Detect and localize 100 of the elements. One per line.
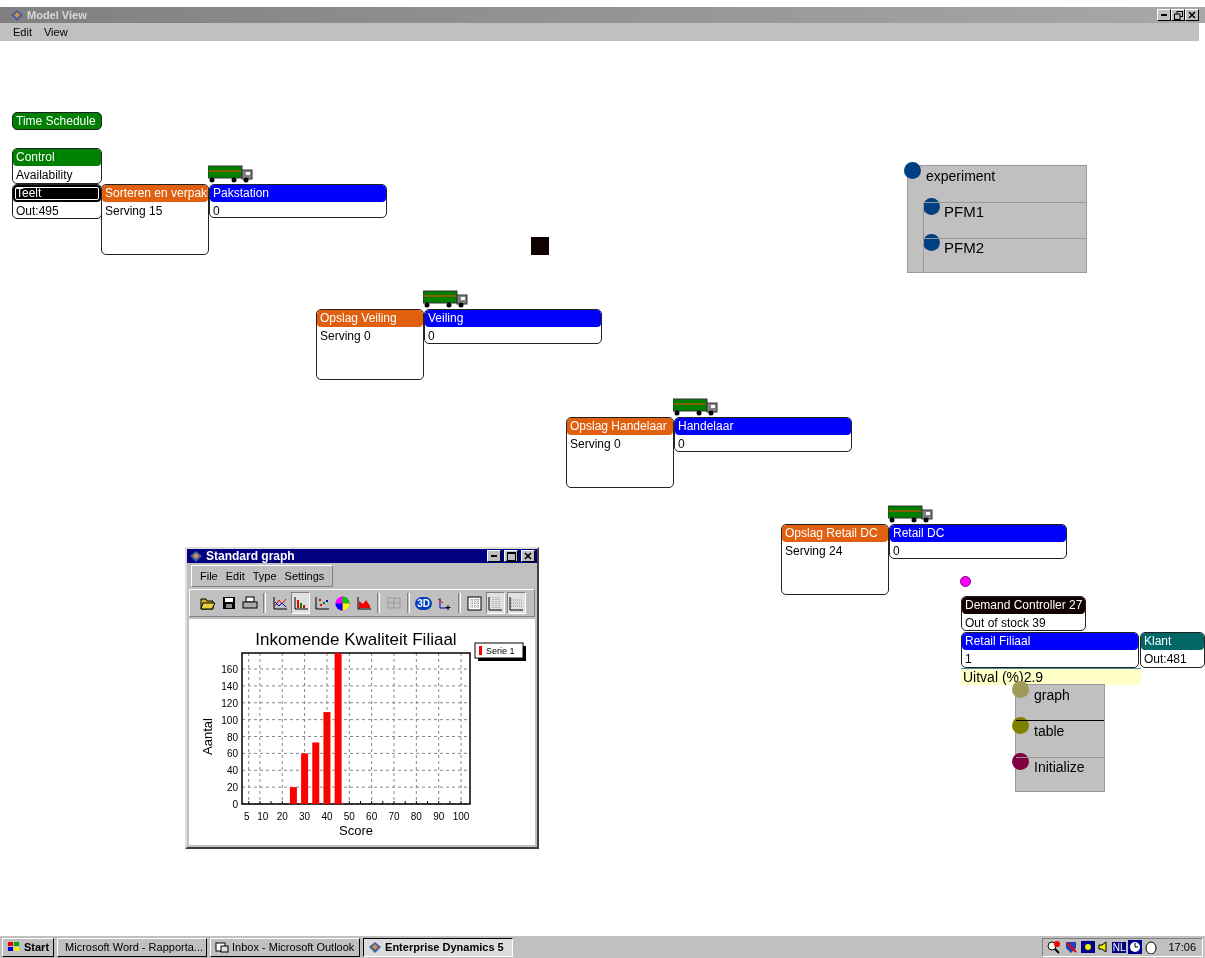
node-header: Pakstation [210, 185, 386, 202]
model-node[interactable]: Sorteren en verpakl Serving 15 [101, 184, 209, 255]
pfm-label[interactable]: PFM2 [944, 239, 984, 256]
node-value: Out:481 [1143, 651, 1188, 667]
control-label[interactable]: Initialize [1034, 759, 1085, 775]
model-node[interactable]: Opslag Handelaar Serving 0 [566, 417, 674, 488]
node-value: Serving 0 [319, 328, 372, 345]
node-value: Serving 24 [784, 543, 844, 560]
menu-item[interactable]: Edit [225, 570, 245, 582]
language-indicator[interactable]: NL [1111, 941, 1127, 953]
graph-window-title: Standard graph [206, 549, 296, 563]
bar [301, 753, 309, 804]
model-node[interactable]: Retail Filiaal 1 [961, 632, 1139, 668]
close-button[interactable] [1185, 9, 1199, 21]
y-tick-label: 60 [226, 748, 238, 760]
y-tick-label: 140 [221, 680, 238, 692]
inbox-icon [215, 941, 230, 953]
node-value: 0 [427, 328, 436, 343]
x-tick-label: 10 [257, 811, 269, 822]
node-value: Out:495 [15, 203, 60, 218]
node-value: Serving 0 [569, 436, 622, 453]
window-title: Model View [27, 9, 88, 21]
taskbar-button[interactable]: Microsoft Word - Rapporta... [57, 937, 208, 957]
axis-icon [436, 595, 453, 611]
x-tick-label: 60 [366, 811, 378, 822]
taskbar-button[interactable]: Enterprise Dynamics 5 [363, 937, 514, 957]
model-node[interactable]: Control Availability [12, 148, 102, 184]
x-tick-label: 80 [410, 811, 422, 822]
y-tick-label: 40 [226, 765, 238, 777]
app-icon [10, 8, 24, 22]
start-button[interactable]: Start [2, 937, 55, 957]
node-value: 0 [677, 436, 686, 451]
node-value: 0 [892, 543, 901, 558]
close-icon [1188, 11, 1196, 19]
minimize-button[interactable] [1157, 9, 1171, 21]
x-tick-label: 50 [343, 811, 355, 822]
x-tick-label: 90 [433, 811, 445, 822]
control-label[interactable]: table [1034, 723, 1065, 739]
connector-dot [960, 576, 971, 587]
control-label[interactable]: graph [1034, 687, 1070, 703]
legend: Serie 1 [474, 642, 526, 661]
line-chart-icon [271, 596, 288, 610]
bar [289, 787, 297, 804]
node-header: Demand Controller 27 [962, 597, 1085, 614]
printer-icon [241, 596, 258, 610]
node-value: 0 [212, 203, 221, 217]
node-header: Retail Filiaal [962, 633, 1138, 650]
model-node[interactable]: Opslag Retail DC Serving 24 [781, 524, 889, 595]
model-node[interactable]: Demand Controller 27 Out of stock 39 [961, 596, 1086, 631]
y-tick-label: 80 [226, 731, 238, 743]
node-header[interactable]: Time Schedule [12, 112, 102, 130]
experiment-label[interactable]: experiment [926, 168, 996, 184]
x-tick-label: 5 [243, 811, 250, 822]
y-tick-label: 160 [221, 664, 238, 676]
node-header: Handelaar [675, 418, 851, 435]
bar-chart-icon [292, 596, 309, 610]
pfm-label[interactable]: PFM1 [944, 203, 984, 220]
taskbar-button[interactable]: Inbox - Microsoft Outlook [210, 937, 361, 957]
restore-icon [1173, 10, 1183, 20]
node-header: Opslag Retail DC [782, 525, 888, 542]
model-node[interactable]: Pakstation 0 [209, 184, 387, 218]
model-node[interactable]: Klant Out:481 [1140, 632, 1205, 668]
mouse-icon [1144, 940, 1159, 954]
node-header: Opslag Veiling [317, 310, 423, 327]
menu-item[interactable]: Settings [284, 570, 325, 582]
node-header: Control [13, 149, 101, 166]
x-tick-label: 40 [321, 811, 333, 822]
menu-item[interactable]: Edit [13, 26, 32, 38]
x-tick-label: 70 [388, 811, 400, 822]
node-value: Serving 15 [104, 203, 164, 220]
minimize-button[interactable] [487, 550, 501, 562]
bar [312, 742, 320, 804]
x-tick-label: 20 [276, 811, 288, 822]
menu-item[interactable]: File [200, 570, 218, 582]
shield-icon [1063, 940, 1078, 954]
y-tick-label: 0 [232, 799, 238, 810]
signal-icon [1079, 940, 1096, 954]
menu-item[interactable]: Type [252, 570, 277, 582]
model-node[interactable]: Handelaar 0 [674, 417, 852, 452]
model-node[interactable]: Retail DC 0 [889, 524, 1067, 559]
x-tick-label: 30 [299, 811, 311, 822]
restore-button[interactable] [1171, 9, 1185, 21]
x-axis-label: Score [339, 823, 373, 838]
node-header: Opslag Handelaar [567, 418, 673, 435]
node-value: 1 [964, 651, 973, 667]
area-chart-icon [355, 596, 372, 610]
close-button[interactable] [521, 550, 535, 562]
open-folder-icon [199, 596, 216, 610]
y-tick-label: 100 [221, 714, 238, 726]
model-node[interactable]: Teelt Out:495 [12, 184, 102, 219]
chart-title: Inkomende Kwaliteit Filiaal [255, 630, 457, 649]
scatter-chart-icon [313, 596, 330, 610]
model-node[interactable]: Opslag Veiling Serving 0 [316, 309, 424, 380]
maximize-button[interactable] [504, 550, 518, 562]
minimize-icon [1161, 14, 1167, 16]
uitval-label: Uitval (%)2.9 [961, 668, 1141, 685]
menu-item[interactable]: View [43, 26, 68, 38]
chart-table-icon [385, 596, 402, 610]
square-marker [531, 237, 549, 255]
model-node[interactable]: Veiling 0 [424, 309, 602, 344]
